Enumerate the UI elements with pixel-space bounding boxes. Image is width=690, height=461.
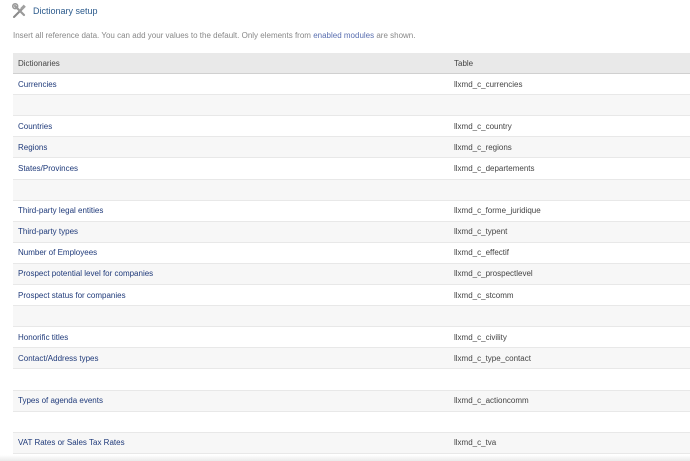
dictionary-link[interactable]: VAT Rates or Sales Tax Rates (18, 438, 125, 447)
dictionary-link[interactable]: Prospect potential level for companies (18, 269, 153, 278)
table-row: Prospect status for companies llxmd_c_stc… (13, 285, 690, 307)
table-name-cell: llxmd_c_forme_juridique (454, 206, 541, 216)
dictionary-cell: Currencies (13, 80, 449, 89)
intro-text: Insert all reference data. You can add y… (13, 31, 415, 40)
intro-text-after: are shown. (374, 31, 416, 40)
table-row (13, 369, 690, 391)
dictionary-link[interactable]: Honorific titles (18, 333, 68, 342)
table-row: Number of Employees llxmd_c_effectif (13, 243, 690, 264)
table-row: Types of agenda events llxmd_c_actioncomm (13, 390, 690, 412)
dictionary-link[interactable]: Third-party legal entities (18, 206, 103, 215)
table-name-cell: llxmd_c_type_contact (454, 353, 531, 363)
table-name-cell: llxmd_c_stcomm (454, 290, 514, 300)
table-row (13, 179, 690, 201)
dictionary-cell: Prospect potential level for companies (13, 269, 449, 278)
table-name-cell: llxmd_c_country (454, 121, 512, 131)
column-header-table: Table (454, 58, 474, 68)
table-name-cell: llxmd_c_tva (454, 438, 497, 448)
table-name-cell: llxmd_c_typent (454, 227, 508, 237)
table-name-cell: llxmd_c_regions (454, 142, 512, 152)
page-title: Dictionary setup (33, 6, 98, 16)
table-name-cell: llxmd_c_actioncomm (454, 396, 529, 406)
dictionary-link[interactable]: Contact/Address types (18, 354, 98, 363)
dictionary-link[interactable]: States/Provinces (18, 164, 78, 173)
dictionary-cell: Types of agenda events (13, 396, 449, 405)
table-row: Prospect potential level for companies ll… (13, 263, 690, 286)
dictionary-cell: Third-party types (13, 227, 449, 236)
dictionary-cell: Honorific titles (13, 333, 449, 342)
dictionary-cell: VAT Rates or Sales Tax Rates (13, 438, 449, 447)
dictionary-link[interactable]: Currencies (18, 80, 57, 89)
table-row: Third-party legal entities llxmd_c_forme_… (13, 201, 690, 222)
dictionary-link[interactable]: Number of Employees (18, 248, 97, 257)
table-row: Currencies llxmd_c_currencies (13, 74, 690, 96)
dictionary-link[interactable]: Types of agenda events (18, 396, 103, 405)
table-header-row: Dictionaries Table (13, 53, 690, 75)
dictionary-cell: Countries (13, 122, 449, 131)
table-body: Currencies llxmd_c_currencies Countries llx… (13, 74, 690, 454)
dictionary-cell: Regions (13, 143, 449, 152)
table-name-cell: llxmd_c_prospectlevel (454, 269, 533, 279)
table-row (13, 95, 690, 117)
table-name-cell: llxmd_c_civility (454, 332, 507, 342)
dictionary-setup-page: Dictionary setup Insert all reference da… (0, 0, 690, 461)
dictionary-cell: Contact/Address types (13, 354, 449, 363)
table-name-cell: llxmd_c_effectif (454, 248, 509, 258)
dictionaries-table: Dictionaries Table Currencies llxmd_c_cur… (13, 53, 690, 454)
table-row: Countries llxmd_c_country (13, 116, 690, 138)
dictionary-link[interactable]: Prospect status for companies (18, 291, 126, 300)
dictionary-link[interactable]: Third-party types (18, 227, 78, 236)
dictionary-cell: States/Provinces (13, 164, 449, 173)
dictionary-cell: Third-party legal entities (13, 206, 449, 215)
enabled-modules-link[interactable]: enabled modules (313, 31, 374, 40)
table-name-cell: llxmd_c_departements (454, 164, 535, 174)
column-header-dictionaries: Dictionaries (18, 58, 60, 68)
dictionary-link[interactable]: Regions (18, 143, 47, 152)
table-row (13, 306, 690, 328)
table-row: Regions llxmd_c_regions (13, 137, 690, 159)
table-row: States/Provinces llxmd_c_departements (13, 158, 690, 180)
table-row: Third-party types llxmd_c_typent (13, 221, 690, 243)
intro-text-before: Insert all reference data. You can add y… (13, 31, 314, 40)
table-name-cell: llxmd_c_currencies (454, 79, 523, 89)
dictionary-cell: Number of Employees (13, 248, 449, 257)
dictionary-link[interactable]: Countries (18, 122, 52, 131)
table-row: Contact/Address types llxmd_c_type_contac… (13, 348, 690, 370)
page-title-row: Dictionary setup (11, 2, 98, 20)
dictionary-cell: Prospect status for companies (13, 291, 449, 300)
tools-icon (11, 2, 28, 19)
scroll-fade (0, 455, 690, 461)
table-row (13, 412, 690, 433)
table-row: VAT Rates or Sales Tax Rates llxmd_c_tva (13, 432, 690, 454)
table-row: Honorific titles llxmd_c_civility (13, 327, 690, 349)
